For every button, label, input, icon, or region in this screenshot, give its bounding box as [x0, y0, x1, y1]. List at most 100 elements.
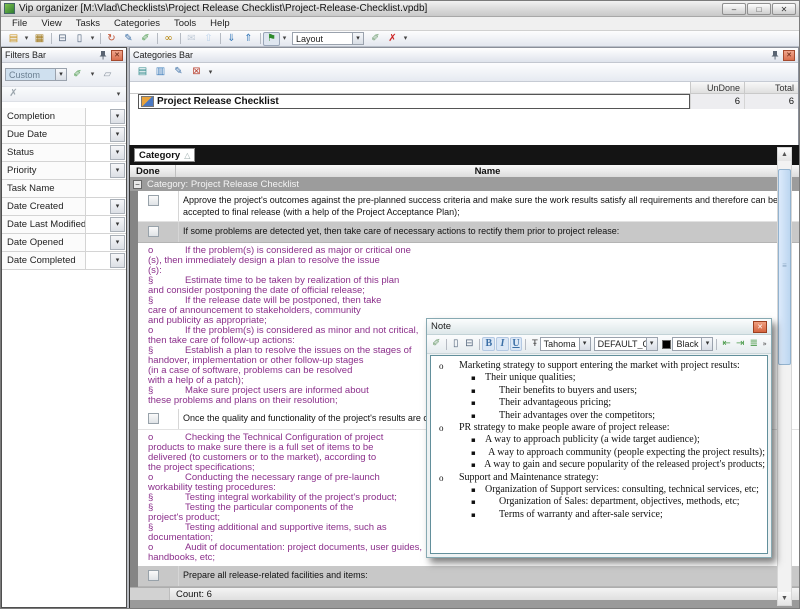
column-done[interactable]: Done [130, 165, 176, 177]
menu-item[interactable]: View [34, 18, 68, 29]
note-close-icon[interactable]: ✕ [753, 321, 767, 333]
filter-dropdown-button[interactable] [110, 217, 125, 232]
group-by-category-button[interactable]: Category △ [134, 148, 195, 162]
layout-combo-arrow[interactable] [352, 33, 363, 44]
email-icon[interactable]: ✉ [183, 32, 200, 46]
filter-value-field[interactable] [86, 108, 109, 125]
filter-dropdown-button[interactable] [110, 253, 125, 268]
category-group-row[interactable]: − Category: Project Release Checklist [130, 178, 799, 191]
note-tool-button[interactable] [523, 337, 528, 351]
filter-value-field[interactable] [86, 216, 109, 233]
new-subcategory-icon[interactable]: ▥ [152, 65, 169, 79]
indent-decrease-icon[interactable]: ⇤ [720, 337, 733, 351]
note-page-icon[interactable]: ▯ [449, 337, 462, 351]
char-style-combo[interactable]: DEFAULT_CH [594, 337, 658, 351]
filter-value-field[interactable] [86, 144, 109, 161]
scrollbar-thumb[interactable] [778, 169, 791, 365]
filters-bar-close-icon[interactable]: ✕ [111, 50, 123, 61]
custom-filter-combo[interactable]: Custom [5, 68, 67, 81]
italic-button[interactable]: I [496, 337, 509, 351]
print-preview-icon[interactable]: ▯ [71, 32, 88, 46]
minimize-button[interactable]: – [722, 3, 746, 15]
print-icon[interactable]: ⊟ [54, 32, 71, 46]
task-row[interactable]: If some problems are detected yet, then … [138, 222, 799, 243]
vertical-scrollbar[interactable]: ▲ ▼ [777, 147, 792, 606]
Project Release Checklist[interactable]: Project Release Checklist 6 6 [130, 94, 798, 109]
task-checkbox[interactable] [148, 226, 159, 237]
layout-overflow-arrow[interactable]: ▾ [401, 32, 410, 46]
menu-item[interactable]: Tools [167, 18, 203, 29]
maximize-button[interactable]: □ [747, 3, 771, 15]
menu-item[interactable]: Tasks [69, 18, 107, 29]
recycle-bin-icon[interactable]: ↻ [103, 32, 120, 46]
menu-item[interactable]: Categories [107, 18, 167, 29]
close-button[interactable]: ✕ [772, 3, 796, 15]
filter-dropdown-button[interactable] [110, 163, 125, 178]
collapse-all-icon[interactable]: ⇑ [240, 32, 257, 46]
task-checkbox[interactable] [148, 570, 159, 581]
color-combo[interactable]: Black [672, 337, 713, 351]
column-undone[interactable]: UnDone [690, 82, 744, 93]
filter-value-field[interactable] [86, 126, 109, 143]
edit-task-icon[interactable]: ✎ [120, 32, 137, 46]
layout-flag-icon[interactable]: ⚑ [263, 32, 280, 46]
underline-button[interactable]: U [510, 337, 523, 351]
pin-icon[interactable] [98, 50, 108, 60]
layout-flag-arrow[interactable]: ▾ [280, 32, 289, 46]
filter-value-field[interactable] [86, 198, 109, 215]
layout-combo[interactable]: Layout [292, 32, 364, 45]
note-wand-icon[interactable]: ✐ [430, 337, 443, 351]
format-brush-icon[interactable]: ✐ [137, 32, 154, 46]
filter-dropdown-button[interactable] [110, 199, 125, 214]
collapse-group-icon[interactable]: − [133, 180, 142, 189]
task-row[interactable]: Prepare all release-related facilities a… [138, 566, 799, 587]
column-name[interactable]: Name [176, 165, 799, 177]
eraser-icon[interactable]: ▱ [99, 68, 116, 82]
filter-dropdown-button[interactable] [110, 127, 125, 142]
font-combo[interactable]: Tahoma [540, 337, 591, 351]
filters-overflow-arrow[interactable]: ▾ [114, 87, 123, 101]
delete-category-icon[interactable]: ⊠ [188, 65, 205, 79]
scroll-down-arrow[interactable]: ▼ [778, 592, 791, 605]
task-checkbox[interactable] [148, 195, 159, 206]
apply-filter-icon[interactable]: ✐ [69, 68, 86, 82]
note-overflow-chevron[interactable]: » [761, 337, 768, 351]
delete-layout-icon[interactable]: ✗ [384, 32, 401, 46]
task-row[interactable]: Approve the project's outcomes against t… [138, 191, 799, 222]
categories-overflow-arrow[interactable]: ▾ [206, 65, 215, 79]
expand-all-icon[interactable]: ⇓ [223, 32, 240, 46]
edit-category-icon[interactable]: ✎ [170, 65, 187, 79]
filter-value-field[interactable] [86, 180, 126, 197]
note-tool-button[interactable] [714, 337, 719, 351]
indent-increase-icon[interactable]: ⇥ [734, 337, 747, 351]
menu-item[interactable]: File [5, 18, 34, 29]
note-content[interactable]: o Marketing strategy to support entering… [430, 355, 768, 554]
scroll-up-arrow[interactable]: ▲ [778, 148, 791, 161]
note-tool-button[interactable] [444, 337, 449, 351]
filter-value-field[interactable] [86, 162, 109, 179]
pin-icon[interactable] [770, 50, 780, 60]
task-checkbox[interactable] [148, 413, 159, 424]
filter-value-field[interactable] [86, 234, 109, 251]
color-combo-arrow[interactable] [701, 338, 712, 350]
preview-glasses-icon[interactable]: ∞ [160, 32, 177, 46]
new-task-dropdown-arrow[interactable]: ▾ [22, 32, 31, 46]
apply-layout-icon[interactable]: ✐ [367, 32, 384, 46]
save-icon[interactable]: ▦ [31, 32, 48, 46]
note-tool-button[interactable] [477, 337, 482, 351]
filter-dropdown-button[interactable] [110, 109, 125, 124]
bullet-list-icon[interactable]: ≣ [748, 337, 761, 351]
bold-button[interactable]: B [482, 337, 495, 351]
clear-filter-icon[interactable]: ✗ [5, 87, 22, 101]
new-category-icon[interactable]: ▤ [134, 65, 151, 79]
menu-item[interactable]: Help [203, 18, 237, 29]
filter-value-field[interactable] [86, 252, 109, 269]
filter-dropdown-button[interactable] [110, 235, 125, 250]
column-total[interactable]: Total [744, 82, 798, 93]
font-combo-arrow[interactable] [579, 338, 590, 350]
custom-filter-combo-arrow[interactable] [55, 69, 66, 80]
char-style-combo-arrow[interactable] [646, 338, 657, 350]
apply-filter-arrow[interactable]: ▾ [88, 68, 97, 82]
categories-bar-close-icon[interactable]: ✕ [783, 50, 795, 61]
new-task-icon[interactable]: ▤ [5, 32, 22, 46]
